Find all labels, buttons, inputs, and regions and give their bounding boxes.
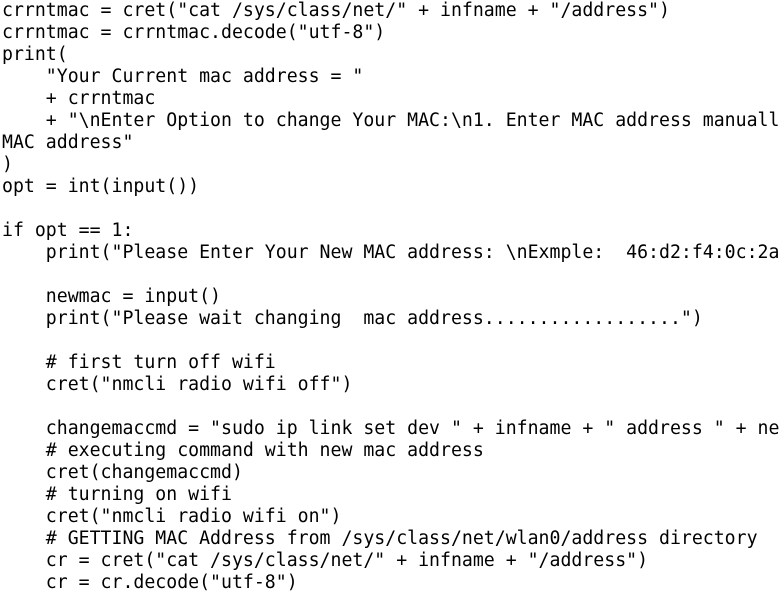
code-line-7: MAC address": [2, 132, 134, 153]
code-line-4: "Your Current mac address = ": [2, 66, 364, 87]
code-line-5: + crrntmac: [2, 88, 156, 109]
code-line-6: + "\nEnter Option to change Your MAC:\n1…: [2, 110, 780, 131]
code-line-11: if opt == 1:: [2, 220, 134, 241]
code-view[interactable]: crrntmac = cret("cat /sys/class/net/" + …: [0, 0, 782, 597]
code-line-15: print("Please wait changing mac address.…: [2, 308, 703, 329]
code-line-3: print(: [2, 44, 68, 65]
code-line-27: cr = cr.decode("utf-8"): [2, 572, 298, 593]
code-line-8: ): [2, 154, 13, 175]
code-line-22: cret(changemaccmd): [2, 462, 243, 483]
code-line-25: # GETTING MAC Address from /sys/class/ne…: [2, 528, 758, 549]
code-line-17: # first turn off wifi: [2, 352, 276, 373]
code-line-26: cr = cret("cat /sys/class/net/" + infnam…: [2, 550, 649, 571]
code-line-24: cret("nmcli radio wifi on"): [2, 506, 342, 527]
code-line-18: cret("nmcli radio wifi off"): [2, 374, 353, 395]
code-line-14: newmac = input(): [2, 286, 221, 307]
code-line-2: crrntmac = crrntmac.decode("utf-8"): [2, 22, 386, 43]
code-line-12: print("Please Enter Your New MAC address…: [2, 242, 780, 263]
code-line-23: # turning on wifi: [2, 484, 232, 505]
code-line-21: # executing command with new mac address: [2, 440, 484, 461]
code-line-9: opt = int(input()): [2, 176, 200, 197]
code-line-1: crrntmac = cret("cat /sys/class/net/" + …: [2, 0, 670, 21]
code-line-20: changemaccmd = "sudo ip link set dev " +…: [2, 418, 780, 439]
